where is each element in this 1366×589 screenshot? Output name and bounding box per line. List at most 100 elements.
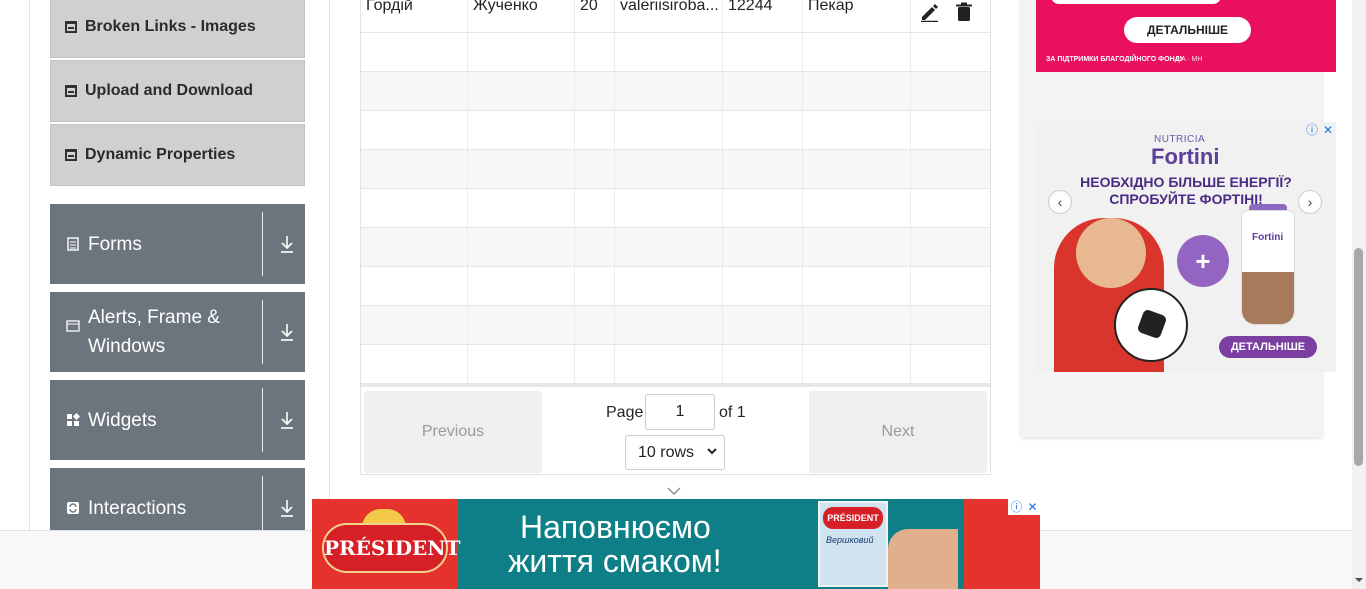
ad-cta-button[interactable]: ДЕТАЛЬНІШЕ	[1219, 336, 1317, 358]
download-icon	[281, 236, 293, 253]
table-cell	[615, 72, 723, 110]
table-cell	[723, 345, 803, 383]
menu-item-upload-and-download[interactable]: Upload and Download	[50, 60, 305, 122]
table-row	[361, 306, 990, 345]
delete-icon[interactable]	[955, 2, 973, 22]
download-icon	[281, 500, 293, 517]
table-cell	[575, 150, 615, 188]
table-cell	[911, 345, 990, 383]
table-cell	[803, 306, 911, 344]
ad-footer-text: ЗА ПІДТРИМКИ БЛАГОДІЙНОГО ФОНДУ	[1046, 56, 1185, 63]
ad-info-icon[interactable]: ⓘ	[1009, 499, 1024, 515]
menu-item-label: Upload and Download	[85, 82, 253, 99]
html-icon	[65, 21, 77, 33]
rows-per-page-select[interactable]: 10 rows	[625, 435, 725, 470]
chevron-left-icon[interactable]: ‹	[1048, 190, 1072, 214]
table-cell	[615, 150, 723, 188]
divider	[262, 388, 263, 452]
group-label: Forms	[88, 233, 142, 255]
ad-banner-fortini[interactable]: NUTRICIA Fortini НЕОБХІДНО БІЛЬШЕ ЕНЕРГІ…	[1036, 122, 1336, 372]
table-cell	[723, 267, 803, 305]
table-cell	[468, 345, 575, 383]
table-cell	[575, 306, 615, 344]
table-cell	[575, 72, 615, 110]
table-cell	[615, 306, 723, 344]
close-icon[interactable]: ✕	[1025, 499, 1040, 515]
group-header-alerts-frame-windows[interactable]: Alerts, Frame & Windows	[50, 292, 305, 372]
table-cell	[911, 267, 990, 305]
ad-footer-mark: UA · MH	[1176, 56, 1203, 63]
ad-shape	[1051, 0, 1221, 4]
table-cell	[803, 33, 911, 71]
cell-action	[911, 0, 990, 32]
divider	[262, 300, 263, 364]
cell-last-name: Жученко	[468, 0, 575, 32]
bottle-image	[1242, 272, 1294, 324]
table-cell	[723, 189, 803, 227]
ad-headline: СПРОБУЙТЕ ФОРТІНІ!	[1109, 191, 1263, 207]
table-row: Гордій Жученко 20 valeriisiroba... 12244…	[361, 0, 990, 33]
cell-email: valeriisiroba...	[615, 0, 723, 32]
table-cell	[803, 267, 911, 305]
table-row	[361, 33, 990, 72]
ad-headline: життя смаком!	[508, 543, 722, 579]
page-label: Page	[606, 404, 644, 421]
table-cell	[361, 267, 468, 305]
ad-brand: Fortini	[1151, 144, 1220, 169]
ad-banner-pink[interactable]: ДЕТАЛЬНІШЕ ЗА ПІДТРИМКИ БЛАГОДІЙНОГО ФОН…	[1036, 0, 1336, 72]
table-cell	[361, 33, 468, 71]
table-cell	[575, 189, 615, 227]
window-icon	[66, 320, 80, 332]
scroll-down-arrow-icon[interactable]	[1354, 575, 1364, 585]
table-cell	[803, 228, 911, 266]
page-number-input[interactable]: 1	[645, 394, 715, 430]
ad-headline: Наповнюємо	[520, 509, 711, 545]
ad-banner-president[interactable]: PRÉSIDENT Наповнюємо життя смаком! PRÉSI…	[312, 499, 1040, 589]
ad-headline: НЕОБХІДНО БІЛЬШЕ ЕНЕРГІЇ?	[1080, 174, 1292, 190]
divider	[329, 0, 330, 530]
table-cell	[911, 72, 990, 110]
menu-item-dynamic-properties[interactable]: Dynamic Properties	[50, 124, 305, 186]
chevron-down-icon[interactable]	[666, 486, 682, 496]
pagination-bar: Previous Page 1 of 1 10 rows Next	[361, 384, 990, 474]
table-cell	[468, 189, 575, 227]
table-cell	[911, 150, 990, 188]
group-header-widgets[interactable]: Widgets	[50, 380, 305, 460]
close-icon[interactable]: ✕	[1320, 122, 1336, 138]
table-cell	[468, 267, 575, 305]
next-button[interactable]: Next	[809, 391, 987, 473]
menu-item-label: Dynamic Properties	[85, 146, 236, 163]
page-total-label: of 1	[719, 404, 746, 421]
ad-info-icon[interactable]: ⓘ	[1304, 122, 1320, 138]
table-cell	[803, 345, 911, 383]
previous-button[interactable]: Previous	[364, 391, 542, 473]
table-cell	[615, 111, 723, 149]
pack-brand: PRÉSIDENT	[823, 507, 883, 529]
divider	[29, 0, 30, 530]
table-cell	[911, 306, 990, 344]
table-cell	[803, 189, 911, 227]
table-cell	[615, 345, 723, 383]
table-cell	[723, 306, 803, 344]
plus-badge-icon: +	[1177, 235, 1229, 287]
table-cell	[468, 111, 575, 149]
left-panel: Broken Links - Images Upload and Downloa…	[0, 0, 330, 548]
ad-cta-button[interactable]: ДЕТАЛЬНІШЕ	[1124, 17, 1251, 43]
chevron-right-icon[interactable]: ›	[1298, 190, 1322, 214]
download-icon	[281, 324, 293, 341]
table-cell	[723, 111, 803, 149]
table-cell	[911, 228, 990, 266]
table-cell	[361, 306, 468, 344]
menu-item-broken-links-images[interactable]: Broken Links - Images	[50, 0, 305, 58]
cell-salary: 12244	[723, 0, 803, 32]
group-header-forms[interactable]: Forms	[50, 204, 305, 284]
cell-age: 20	[575, 0, 615, 32]
widgets-icon	[67, 413, 80, 426]
edit-icon[interactable]	[919, 2, 939, 22]
table-cell	[361, 72, 468, 110]
table-cell	[361, 228, 468, 266]
table-row	[361, 189, 990, 228]
table-cell	[615, 228, 723, 266]
table-cell	[615, 189, 723, 227]
scrollbar-thumb[interactable]	[1354, 248, 1363, 466]
